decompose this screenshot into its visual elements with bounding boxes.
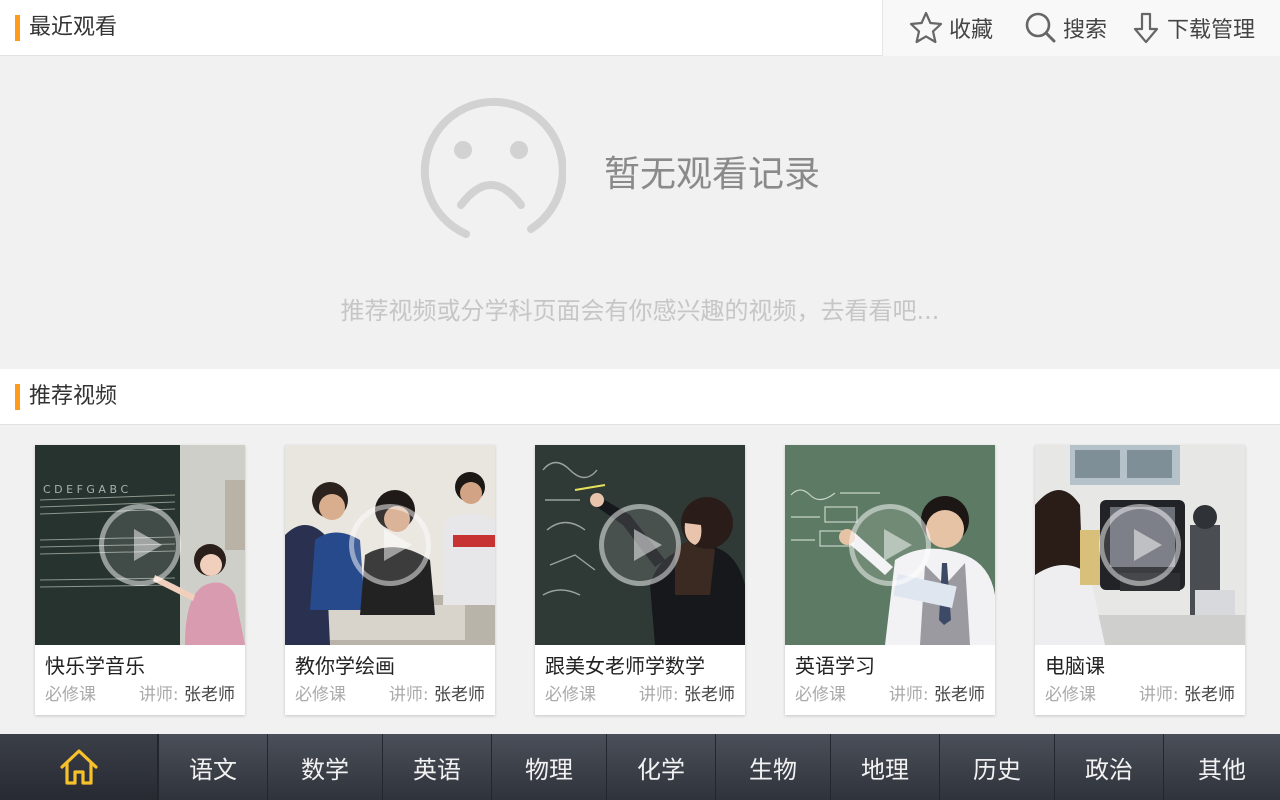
download-manager-button[interactable]: 下载管理 <box>1131 0 1255 56</box>
nav-subject-chinese[interactable]: 语文 <box>158 734 267 800</box>
nav-subject-biology[interactable]: 生物 <box>715 734 830 800</box>
video-teacher: 讲师: 张老师 <box>889 684 985 706</box>
download-manager-label: 下载管理 <box>1167 18 1256 43</box>
bottom-nav: 语文 数学 英语 物理 化学 生物 地理 历史 政治 其他 <box>0 734 1280 800</box>
video-teacher: 讲师: 张老师 <box>1139 684 1235 706</box>
play-icon <box>849 504 931 586</box>
video-card-list: C D E F G A B C 快乐学音乐 必修课 讲师: 张老师 教你学绘画 … <box>0 426 1280 734</box>
teacher-name: 张老师 <box>1184 685 1235 705</box>
section-accent-bar <box>15 384 20 410</box>
nav-subject-politics[interactable]: 政治 <box>1054 734 1163 800</box>
video-teacher: 讲师: 张老师 <box>639 684 735 706</box>
video-course-type: 必修课 <box>795 685 846 705</box>
nav-subject-history[interactable]: 历史 <box>939 734 1054 800</box>
page-title: 最近观看 <box>29 15 118 40</box>
video-title: 跟美女老师学数学 <box>545 654 705 678</box>
section-accent-bar <box>15 15 20 41</box>
search-label: 搜索 <box>1063 18 1108 43</box>
teacher-label: 讲师: <box>1138 685 1179 705</box>
video-title: 快乐学音乐 <box>45 654 145 678</box>
header-actions: 收藏 搜索 下载管理 <box>882 0 1280 56</box>
teacher-name: 张老师 <box>934 685 985 705</box>
search-icon <box>1025 12 1056 43</box>
recent-header: 最近观看 收藏 搜索 下载管理 <box>0 0 1280 56</box>
video-card[interactable]: C D E F G A B C 快乐学音乐 必修课 讲师: 张老师 <box>35 445 245 715</box>
favorites-button[interactable]: 收藏 <box>909 0 993 56</box>
video-title: 教你学绘画 <box>295 654 395 678</box>
nav-subject-english[interactable]: 英语 <box>382 734 491 800</box>
video-card[interactable]: 教你学绘画 必修课 讲师: 张老师 <box>285 445 495 715</box>
nav-subject-geography[interactable]: 地理 <box>830 734 939 800</box>
video-title: 电脑课 <box>1045 654 1105 678</box>
teacher-label: 讲师: <box>138 685 179 705</box>
video-card[interactable]: 跟美女老师学数学 必修课 讲师: 张老师 <box>535 445 745 715</box>
sad-face-icon <box>420 97 566 238</box>
video-thumbnail <box>785 445 995 645</box>
star-icon <box>909 11 943 44</box>
nav-home-button[interactable] <box>0 734 158 800</box>
video-title: 英语学习 <box>795 654 875 678</box>
video-course-type: 必修课 <box>45 685 96 705</box>
svg-text:C D E F G A B C: C D E F G A B C <box>43 483 128 496</box>
recommended-header: 推荐视频 <box>0 369 1280 425</box>
video-course-type: 必修课 <box>1045 685 1096 705</box>
home-icon <box>59 749 98 785</box>
teacher-label: 讲师: <box>888 685 929 705</box>
teacher-label: 讲师: <box>638 685 679 705</box>
video-card[interactable]: 电脑课 必修课 讲师: 张老师 <box>1035 445 1245 715</box>
teacher-label: 讲师: <box>388 685 429 705</box>
video-teacher: 讲师: 张老师 <box>139 684 235 706</box>
video-card[interactable]: 英语学习 必修课 讲师: 张老师 <box>785 445 995 715</box>
play-icon <box>99 504 181 586</box>
nav-subject-math[interactable]: 数学 <box>267 734 382 800</box>
video-teacher: 讲师: 张老师 <box>389 684 485 706</box>
video-thumbnail <box>535 445 745 645</box>
empty-state: 暂无观看记录 推荐视频或分学科页面会有你感兴趣的视频，去看看吧... <box>0 57 1280 368</box>
teacher-name: 张老师 <box>434 685 485 705</box>
nav-subject-chemistry[interactable]: 化学 <box>606 734 715 800</box>
favorites-label: 收藏 <box>949 18 994 43</box>
download-icon <box>1133 12 1159 44</box>
empty-state-title: 暂无观看记录 <box>604 154 821 195</box>
video-course-type: 必修课 <box>545 685 596 705</box>
empty-state-hint[interactable]: 推荐视频或分学科页面会有你感兴趣的视频，去看看吧... <box>0 295 1280 327</box>
nav-subject-other[interactable]: 其他 <box>1163 734 1280 800</box>
play-icon <box>349 504 431 586</box>
video-thumbnail <box>1035 445 1245 645</box>
play-icon <box>599 504 681 586</box>
teacher-name: 张老师 <box>184 685 235 705</box>
video-course-type: 必修课 <box>295 685 346 705</box>
teacher-name: 张老师 <box>684 685 735 705</box>
recommended-title: 推荐视频 <box>29 384 118 409</box>
nav-subject-physics[interactable]: 物理 <box>491 734 606 800</box>
video-thumbnail <box>285 445 495 645</box>
play-icon <box>1099 504 1181 586</box>
video-thumbnail: C D E F G A B C <box>35 445 245 645</box>
search-button[interactable]: 搜索 <box>1023 0 1107 56</box>
